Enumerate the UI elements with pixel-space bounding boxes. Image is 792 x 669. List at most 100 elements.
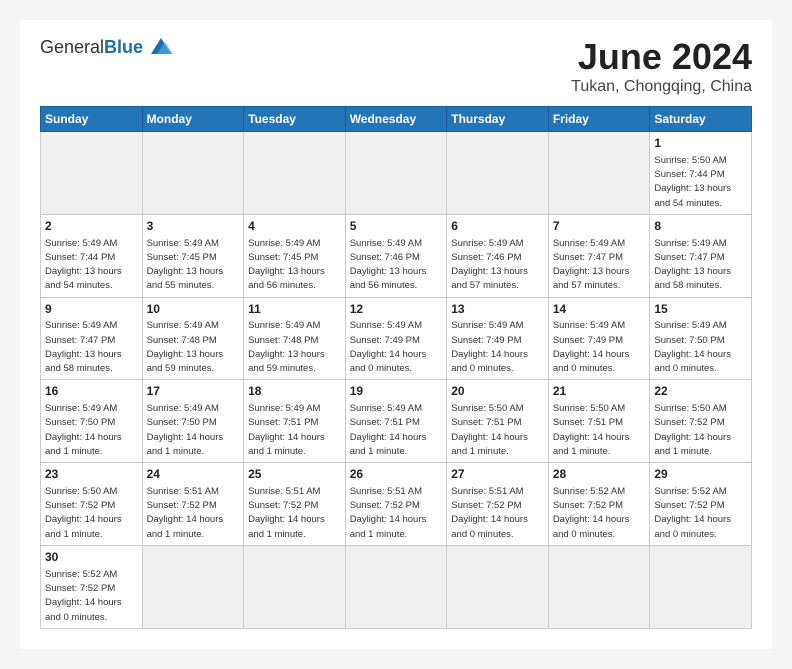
- sunset-text: Sunset: 7:52 PM: [45, 500, 115, 511]
- daylight-text: Daylight: 13 hours and 54 minutes.: [45, 266, 122, 291]
- sunset-text: Sunset: 7:50 PM: [45, 417, 115, 428]
- logo-icon: [147, 36, 175, 58]
- table-row: [142, 545, 244, 628]
- daylight-text: Daylight: 13 hours and 59 minutes.: [147, 349, 224, 374]
- sunset-text: Sunset: 7:52 PM: [553, 500, 623, 511]
- daylight-text: Daylight: 14 hours and 1 minute.: [147, 432, 224, 457]
- table-row: [548, 545, 650, 628]
- sunrise-text: Sunrise: 5:49 AM: [451, 320, 523, 331]
- day-number: 25: [248, 466, 341, 483]
- table-row: 22Sunrise: 5:50 AMSunset: 7:52 PMDayligh…: [650, 380, 752, 463]
- day-number: 30: [45, 549, 138, 566]
- sunset-text: Sunset: 7:50 PM: [654, 335, 724, 346]
- title-month: June 2024: [571, 36, 752, 78]
- day-info: Sunrise: 5:52 AMSunset: 7:52 PMDaylight:…: [45, 568, 138, 625]
- day-number: 7: [553, 218, 646, 235]
- sunset-text: Sunset: 7:52 PM: [654, 500, 724, 511]
- table-row: 10Sunrise: 5:49 AMSunset: 7:48 PMDayligh…: [142, 297, 244, 380]
- table-row: 18Sunrise: 5:49 AMSunset: 7:51 PMDayligh…: [244, 380, 346, 463]
- daylight-text: Daylight: 14 hours and 1 minute.: [248, 514, 325, 539]
- sunset-text: Sunset: 7:52 PM: [45, 583, 115, 594]
- day-number: 28: [553, 466, 646, 483]
- day-number: 20: [451, 383, 544, 400]
- sunset-text: Sunset: 7:45 PM: [248, 252, 318, 263]
- sunrise-text: Sunrise: 5:49 AM: [654, 238, 726, 249]
- table-row: 7Sunrise: 5:49 AMSunset: 7:47 PMDaylight…: [548, 214, 650, 297]
- daylight-text: Daylight: 13 hours and 56 minutes.: [350, 266, 427, 291]
- table-row: 28Sunrise: 5:52 AMSunset: 7:52 PMDayligh…: [548, 463, 650, 546]
- sunrise-text: Sunrise: 5:50 AM: [553, 403, 625, 414]
- day-number: 13: [451, 301, 544, 318]
- day-number: 12: [350, 301, 443, 318]
- daylight-text: Daylight: 14 hours and 0 minutes.: [451, 349, 528, 374]
- table-row: 23Sunrise: 5:50 AMSunset: 7:52 PMDayligh…: [41, 463, 143, 546]
- daylight-text: Daylight: 14 hours and 0 minutes.: [45, 597, 122, 622]
- sunrise-text: Sunrise: 5:51 AM: [451, 486, 523, 497]
- sunset-text: Sunset: 7:47 PM: [654, 252, 724, 263]
- daylight-text: Daylight: 14 hours and 0 minutes.: [654, 514, 731, 539]
- day-info: Sunrise: 5:49 AMSunset: 7:49 PMDaylight:…: [451, 319, 544, 376]
- daylight-text: Daylight: 14 hours and 1 minute.: [350, 514, 427, 539]
- table-row: 4Sunrise: 5:49 AMSunset: 7:45 PMDaylight…: [244, 214, 346, 297]
- sunset-text: Sunset: 7:52 PM: [451, 500, 521, 511]
- table-row: [244, 132, 346, 215]
- calendar-header: Sunday Monday Tuesday Wednesday Thursday…: [41, 107, 752, 132]
- calendar-week-row: 2 Sunrise: 5:49 AMSunset: 7:44 PMDaylight…: [41, 214, 752, 297]
- daylight-text: Daylight: 14 hours and 1 minute.: [451, 432, 528, 457]
- day-info: Sunrise: 5:49 AMSunset: 7:51 PMDaylight:…: [248, 402, 341, 459]
- table-row: [142, 132, 244, 215]
- sunrise-text: Sunrise: 5:49 AM: [248, 403, 320, 414]
- sunrise-text: Sunrise: 5:49 AM: [654, 320, 726, 331]
- col-sunday: Sunday: [41, 107, 143, 132]
- day-number: 17: [147, 383, 240, 400]
- daylight-text: Daylight: 14 hours and 0 minutes.: [451, 514, 528, 539]
- daylight-text: Daylight: 13 hours and 57 minutes.: [451, 266, 528, 291]
- calendar-page: General Blue June 2024 Tukan, Chongqing,…: [20, 20, 772, 649]
- table-row: 14Sunrise: 5:49 AMSunset: 7:49 PMDayligh…: [548, 297, 650, 380]
- day-info: Sunrise: 5:51 AMSunset: 7:52 PMDaylight:…: [147, 485, 240, 542]
- sunrise-text: Sunrise: 5:51 AM: [350, 486, 422, 497]
- day-number: 22: [654, 383, 747, 400]
- calendar-body: 1Sunrise: 5:50 AMSunset: 7:44 PMDaylight…: [41, 132, 752, 629]
- day-number: 6: [451, 218, 544, 235]
- table-row: 12 Sunrise: 5:49 AM Sunset: 7:49 PM Dayligh…: [345, 297, 447, 380]
- header-row: Sunday Monday Tuesday Wednesday Thursday…: [41, 107, 752, 132]
- table-row: 8Sunrise: 5:49 AMSunset: 7:47 PMDaylight…: [650, 214, 752, 297]
- day-info: Sunrise: 5:49 AMSunset: 7:44 PMDaylight:…: [45, 237, 138, 294]
- day-number: 5: [350, 218, 443, 235]
- sunrise-text: Sunrise: 5:49 AM: [350, 320, 422, 331]
- table-row: 1Sunrise: 5:50 AMSunset: 7:44 PMDaylight…: [650, 132, 752, 215]
- day-info: Sunrise: 5:49 AMSunset: 7:50 PMDaylight:…: [147, 402, 240, 459]
- sunset-text: Sunset: 7:48 PM: [147, 335, 217, 346]
- sunset-text: Sunset: 7:51 PM: [451, 417, 521, 428]
- table-row: [548, 132, 650, 215]
- table-row: 2 Sunrise: 5:49 AMSunset: 7:44 PMDaylight…: [41, 214, 143, 297]
- sunset-text: Sunset: 7:49 PM: [350, 335, 420, 346]
- day-number: 26: [350, 466, 443, 483]
- daylight-text: Daylight: 14 hours and 0 minutes.: [350, 349, 427, 374]
- sunset-text: Sunset: 7:52 PM: [147, 500, 217, 511]
- day-info: Sunrise: 5:49 AMSunset: 7:48 PMDaylight:…: [248, 319, 341, 376]
- day-info: Sunrise: 5:49 AM Sunset: 7:50 PM Daylight:…: [654, 319, 747, 376]
- sunset-text: Sunset: 7:46 PM: [350, 252, 420, 263]
- day-info: Sunrise: 5:49 AMSunset: 7:47 PMDaylight:…: [654, 237, 747, 294]
- daylight-text: Daylight: 14 hours and 0 minutes.: [654, 349, 731, 374]
- sunset-text: Sunset: 7:45 PM: [147, 252, 217, 263]
- day-number: 2: [45, 218, 138, 235]
- col-thursday: Thursday: [447, 107, 549, 132]
- sunrise-text: Sunrise: 5:49 AM: [45, 320, 117, 331]
- sunrise-text: Sunrise: 5:50 AM: [451, 403, 523, 414]
- sunset-text: Sunset: 7:51 PM: [248, 417, 318, 428]
- day-number: 8: [654, 218, 747, 235]
- day-info: Sunrise: 5:49 AMSunset: 7:48 PMDaylight:…: [147, 319, 240, 376]
- day-info: Sunrise: 5:49 AMSunset: 7:45 PMDaylight:…: [147, 237, 240, 294]
- sunrise-text: Sunrise: 5:49 AM: [451, 238, 523, 249]
- sunset-text: Sunset: 7:49 PM: [553, 335, 623, 346]
- calendar-week-row: 16Sunrise: 5:49 AMSunset: 7:50 PMDayligh…: [41, 380, 752, 463]
- table-row: [447, 545, 549, 628]
- table-row: 26Sunrise: 5:51 AMSunset: 7:52 PMDayligh…: [345, 463, 447, 546]
- sunrise-text: Sunrise: 5:49 AM: [553, 238, 625, 249]
- sunset-text: Sunset: 7:47 PM: [45, 335, 115, 346]
- table-row: 9Sunrise: 5:49 AMSunset: 7:47 PMDaylight…: [41, 297, 143, 380]
- day-number: 9: [45, 301, 138, 318]
